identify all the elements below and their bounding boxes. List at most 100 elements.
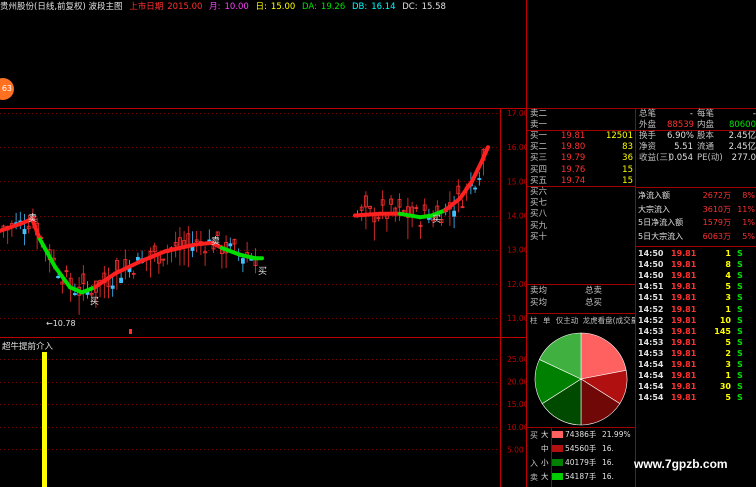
capital-size: 中 [541, 444, 549, 453]
capital-row: 大 54187手 16. [541, 470, 635, 483]
capital-row: 小 40179手 16. [541, 456, 635, 469]
tick-time: 14:53 [638, 337, 664, 347]
tick-volume: 2 [725, 348, 731, 358]
stat-label-2: 流通 [697, 142, 715, 153]
tick-side: S [737, 293, 743, 303]
ask-row-2: 卖一 [527, 120, 635, 131]
tick-volume: 3 [725, 360, 731, 369]
trend-line [0, 145, 490, 295]
flow-label: 净流入额 [638, 191, 670, 200]
bid-row-9: 买九 [527, 221, 635, 232]
tick-side: S [737, 304, 743, 314]
bid-row-7: 买七 [527, 198, 635, 209]
indicator-title[interactable]: 超牛提前介入 [2, 340, 53, 352]
price-tick-6: 11.00 [507, 314, 527, 323]
stat-value: 88539 [667, 120, 695, 130]
tick-time: 14:54 [638, 382, 664, 392]
tick-price: 19.81 [671, 249, 697, 258]
capital-pct: 16. [602, 458, 614, 467]
bid-label: 买六 [530, 187, 548, 197]
tick-side: S [737, 315, 743, 325]
low-price-marker: ←10.78 [46, 319, 76, 328]
stat-value: 6.90% [667, 131, 695, 141]
price-tick-5: 12.00 [507, 280, 527, 289]
stat-row3: 换手 6.90% 股本 2.45亿 [637, 131, 756, 142]
candlestick-chart[interactable]: 17.00 16.00 15.00 14.00 13.00 12.00 11.00 25.00… [0, 0, 527, 487]
tick-row: 14:54 19.81 5 S [637, 392, 756, 403]
bid-row-8: 买八 [527, 209, 635, 220]
tick-volume: 1 [725, 249, 731, 258]
tick-time: 14:52 [638, 304, 664, 314]
tick-side: S [737, 271, 743, 281]
capital-value: 54560手 [565, 444, 597, 453]
tab-single[interactable]: 单 [543, 316, 551, 325]
tick-row: 14:52 19.81 1 S [637, 304, 756, 315]
tick-time: 14:53 [638, 326, 664, 336]
capital-swatch [552, 459, 563, 466]
tick-time: 14:50 [638, 249, 664, 258]
capital-pct: 16. [602, 472, 614, 481]
tick-row: 14:53 19.81 5 S [637, 337, 756, 348]
bid-label: 买七 [530, 198, 548, 209]
flow-label: 大宗流入 [638, 204, 670, 214]
stat-label: 外盘 [639, 120, 657, 130]
tick-volume: 5 [725, 337, 731, 347]
stat-row2: 外盘 88539 内盘 80600 [637, 120, 756, 131]
tick-side: S [737, 371, 743, 381]
bid-row-1: 买一 19.81 12501 [527, 131, 635, 142]
ind-tick-3: 10.00 [507, 423, 527, 432]
quote-panel: 卖二 卖一 买一 19.81 12501 买二 19.80 83 买三 19.79 36 买四 19.… [527, 108, 756, 487]
stat-label: 净资 [639, 142, 657, 153]
flow-label: 5日净流入额 [638, 218, 684, 227]
tick-volume: 3 [725, 293, 731, 303]
stat-row5: 收益(三) 0.054 PE(动) 277.0 [637, 153, 756, 164]
ind-tick-4: 5.00 [507, 445, 524, 454]
flow-label: 5日大宗流入 [638, 231, 684, 241]
tab-dragon-view[interactable]: 龙虎看盘(成交量/股) [583, 316, 635, 325]
sell-marker-1: 卖 [28, 214, 38, 224]
stat-value-2: 277.0 [731, 153, 756, 164]
buy-marker-2: 买 [258, 267, 268, 277]
flow-row-2: 大宗流入 3610万 11% [637, 203, 756, 216]
tick-row: 14:54 19.81 1 S [637, 370, 756, 381]
low-price-value: 10.78 [52, 319, 76, 328]
buy-avg-row: 买均 总买 [527, 298, 635, 309]
stat-label-2: PE(动) [697, 153, 723, 164]
stat-value-2: 2.45亿 [728, 131, 756, 141]
flow-pct: 11% [737, 204, 755, 214]
bid-row-4: 买四 19.76 15 [527, 165, 635, 176]
bid-label: 买四 [530, 164, 548, 175]
tick-volume: 30 [719, 382, 731, 392]
price-tick-3: 14.00 [507, 212, 527, 221]
sell-avg-label: 卖均 [530, 286, 548, 296]
bid-volume: 12501 [605, 131, 633, 141]
bid-price: 19.79 [561, 153, 586, 164]
tab-active-only[interactable]: 仅主动 [556, 316, 579, 325]
indicator-bar [42, 352, 47, 487]
bid-row-6: 买六 [527, 187, 635, 198]
tab-bar[interactable]: 柱 [530, 316, 538, 325]
watermark: www.7gpzb.com [634, 457, 728, 471]
flow-pct: 5% [742, 231, 755, 241]
tick-time: 14:53 [638, 348, 664, 358]
ind-tick-1: 20.00 [507, 378, 527, 387]
buy-marker-3: 买 [432, 215, 442, 225]
bid-volume: 15 [622, 164, 633, 175]
price-tick-0: 17.00 [507, 109, 527, 118]
stat-value: 0.054 [668, 153, 693, 164]
capital-value: 54187手 [565, 472, 597, 481]
tick-side: S [737, 249, 743, 258]
candles [1, 148, 486, 334]
tick-price: 19.81 [671, 348, 697, 358]
tick-row: 14:50 19.81 4 S [637, 270, 756, 281]
stat-value-2: 2.45亿 [728, 142, 756, 153]
stat-label-2: 股本 [697, 131, 715, 141]
tick-time: 14:54 [638, 360, 664, 369]
capital-swatch [552, 445, 563, 452]
bid-volume: 36 [622, 153, 633, 164]
tick-volume: 4 [725, 271, 731, 281]
bid-volume: 15 [622, 175, 633, 186]
tick-time: 14:50 [638, 271, 664, 281]
tick-row: 14:54 19.81 30 S [637, 381, 756, 392]
tick-row: 14:54 19.81 3 S [637, 359, 756, 370]
